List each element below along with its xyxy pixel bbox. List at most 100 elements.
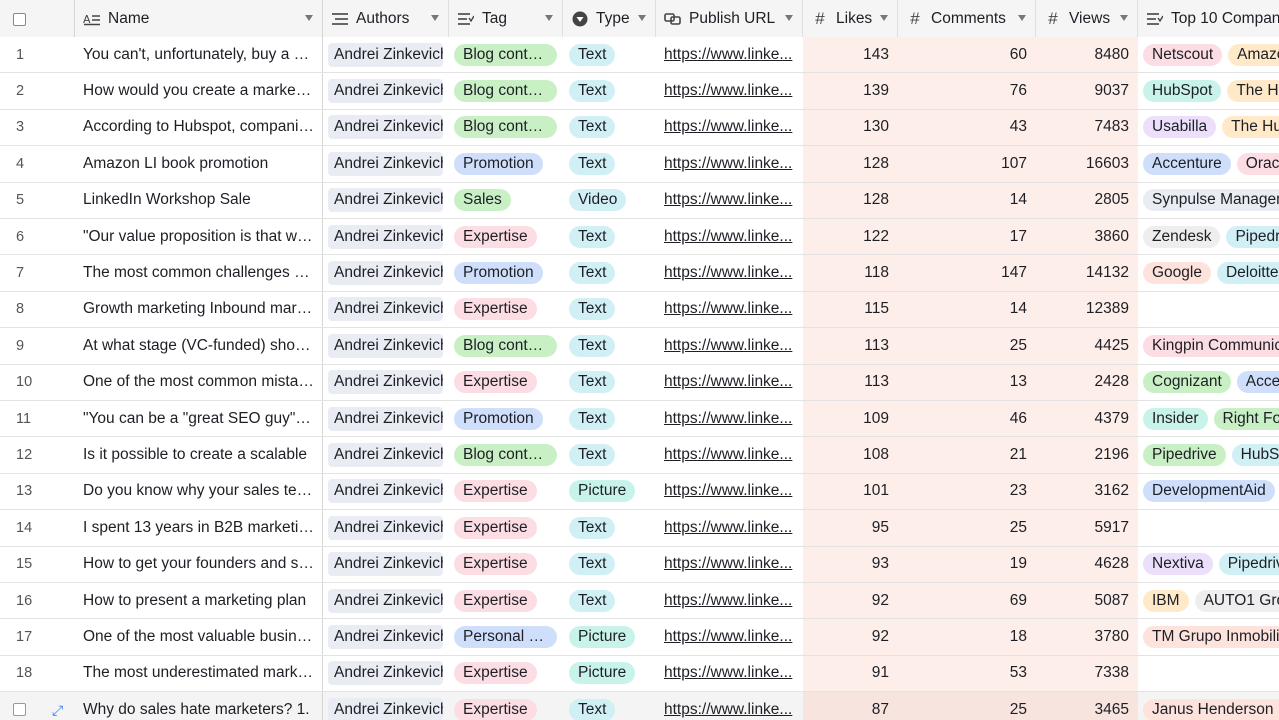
table-row[interactable]: 18 The most underestimated marketing Andre… bbox=[0, 655, 1279, 693]
top-companies-cell[interactable]: TM Grupo Inmobiliario bbox=[1138, 619, 1279, 654]
top-companies-cell[interactable]: CognizantAccenture bbox=[1138, 365, 1279, 400]
type-cell[interactable]: Text bbox=[563, 73, 656, 108]
tag-cell[interactable]: Promotion bbox=[449, 255, 563, 290]
top-companies-cell[interactable] bbox=[1138, 656, 1279, 691]
top-companies-cell[interactable]: IBMAUTO1 Group bbox=[1138, 583, 1279, 618]
table-row[interactable]: 13 Do you know why your sales team Andrei … bbox=[0, 473, 1279, 511]
authors-cell[interactable]: Andrei Zinkevich bbox=[323, 110, 449, 145]
publish-url-link[interactable]: https://www.linke... bbox=[664, 592, 794, 610]
authors-cell[interactable]: Andrei Zinkevich bbox=[323, 474, 449, 509]
url-cell[interactable]: https://www.linke... bbox=[656, 692, 803, 720]
url-cell[interactable]: https://www.linke... bbox=[656, 474, 803, 509]
likes-cell[interactable]: 143 bbox=[803, 37, 898, 73]
likes-cell[interactable]: 91 bbox=[803, 655, 898, 692]
comments-cell[interactable]: 107 bbox=[898, 146, 1036, 182]
likes-cell[interactable]: 95 bbox=[803, 510, 898, 546]
views-cell[interactable]: 4379 bbox=[1036, 401, 1138, 437]
comments-cell[interactable]: 21 bbox=[898, 437, 1036, 473]
type-cell[interactable]: Text bbox=[563, 328, 656, 363]
top-companies-cell[interactable] bbox=[1138, 292, 1279, 327]
publish-url-link[interactable]: https://www.linke... bbox=[664, 191, 794, 209]
publish-url-link[interactable]: https://www.linke... bbox=[664, 446, 794, 464]
table-row[interactable]: 16 How to present a marketing plan Andrei … bbox=[0, 583, 1279, 620]
table-row[interactable]: 6 "Our value proposition is that we help A… bbox=[0, 219, 1279, 256]
tag-cell[interactable]: Expertise bbox=[449, 692, 563, 720]
tag-cell[interactable]: Personal s... bbox=[449, 619, 563, 654]
column-header-likes[interactable]: # Likes bbox=[803, 0, 898, 38]
likes-cell[interactable]: 118 bbox=[803, 255, 898, 291]
type-cell[interactable]: Text bbox=[563, 292, 656, 327]
name-cell[interactable]: The most common challenges B2B bbox=[75, 255, 323, 291]
url-cell[interactable]: https://www.linke... bbox=[656, 401, 803, 436]
table-row[interactable]: 11 "You can be a "great SEO guy" but Andre… bbox=[0, 401, 1279, 438]
type-cell[interactable]: Text bbox=[563, 583, 656, 618]
type-cell[interactable]: Text bbox=[563, 510, 656, 545]
likes-cell[interactable]: 92 bbox=[803, 619, 898, 655]
table-row[interactable]: 12 Is it possible to create a scalable And… bbox=[0, 437, 1279, 474]
row-number-cell[interactable]: ⤢ bbox=[0, 692, 75, 720]
type-cell[interactable]: Text bbox=[563, 110, 656, 145]
url-cell[interactable]: https://www.linke... bbox=[656, 510, 803, 545]
table-row[interactable]: 2 How would you create a marketing strate… bbox=[0, 73, 1279, 110]
likes-cell[interactable]: 87 bbox=[803, 692, 898, 720]
publish-url-link[interactable]: https://www.linke... bbox=[664, 373, 794, 391]
authors-cell[interactable]: Andrei Zinkevich bbox=[323, 547, 449, 582]
views-cell[interactable]: 7483 bbox=[1036, 109, 1138, 146]
name-cell[interactable]: How would you create a marketing strateg… bbox=[75, 73, 323, 109]
comments-cell[interactable]: 69 bbox=[898, 583, 1036, 619]
publish-url-link[interactable]: https://www.linke... bbox=[664, 46, 794, 64]
views-cell[interactable]: 3860 bbox=[1036, 219, 1138, 255]
likes-cell[interactable]: 130 bbox=[803, 109, 898, 146]
top-companies-cell[interactable]: ZendeskPipedrive bbox=[1138, 219, 1279, 254]
column-header-type[interactable]: Type bbox=[563, 0, 656, 38]
tag-cell[interactable]: Blog conte... bbox=[449, 110, 563, 145]
authors-cell[interactable]: Andrei Zinkevich bbox=[323, 255, 449, 290]
type-cell[interactable]: Text bbox=[563, 437, 656, 472]
type-cell[interactable]: Text bbox=[563, 547, 656, 582]
top-companies-cell[interactable] bbox=[1138, 510, 1279, 545]
likes-cell[interactable]: 128 bbox=[803, 182, 898, 218]
type-cell[interactable]: Text bbox=[563, 146, 656, 181]
name-cell[interactable]: At what stage (VC-funded) should you bbox=[75, 328, 323, 364]
views-cell[interactable]: 9037 bbox=[1036, 73, 1138, 109]
publish-url-link[interactable]: https://www.linke... bbox=[664, 155, 794, 173]
publish-url-link[interactable]: https://www.linke... bbox=[664, 701, 794, 719]
comments-cell[interactable]: 147 bbox=[898, 255, 1036, 291]
authors-cell[interactable]: Andrei Zinkevich bbox=[323, 619, 449, 654]
tag-cell[interactable]: Sales bbox=[449, 183, 563, 218]
table-row[interactable]: 7 The most common challenges B2B Andrei Zi… bbox=[0, 255, 1279, 292]
type-cell[interactable]: Text bbox=[563, 692, 656, 720]
name-cell[interactable]: LinkedIn Workshop Sale bbox=[75, 182, 323, 218]
authors-cell[interactable]: Andrei Zinkevich bbox=[323, 583, 449, 618]
tag-cell[interactable]: Expertise bbox=[449, 547, 563, 582]
likes-cell[interactable]: 113 bbox=[803, 364, 898, 400]
type-cell[interactable]: Picture bbox=[563, 474, 656, 509]
table-row[interactable]: 14 I spent 13 years in B2B marketing Andre… bbox=[0, 510, 1279, 547]
tag-cell[interactable]: Expertise bbox=[449, 474, 563, 509]
authors-cell[interactable]: Andrei Zinkevich bbox=[323, 37, 449, 72]
name-cell[interactable]: Do you know why your sales team bbox=[75, 473, 323, 510]
likes-cell[interactable]: 115 bbox=[803, 291, 898, 328]
chevron-down-icon[interactable] bbox=[785, 15, 793, 21]
table-row[interactable]: 3 According to Hubspot, companies that bl… bbox=[0, 109, 1279, 147]
authors-cell[interactable]: Andrei Zinkevich bbox=[323, 437, 449, 472]
comments-cell[interactable]: 18 bbox=[898, 619, 1036, 655]
column-header-tag[interactable]: Tag bbox=[449, 0, 563, 38]
publish-url-link[interactable]: https://www.linke... bbox=[664, 264, 794, 282]
authors-cell[interactable]: Andrei Zinkevich bbox=[323, 656, 449, 691]
comments-cell[interactable]: 14 bbox=[898, 182, 1036, 218]
url-cell[interactable]: https://www.linke... bbox=[656, 73, 803, 108]
tag-cell[interactable]: Blog conte... bbox=[449, 37, 563, 72]
views-cell[interactable]: 14132 bbox=[1036, 255, 1138, 291]
chevron-down-icon[interactable] bbox=[880, 15, 888, 21]
top-companies-cell[interactable]: Janus Henderson Investors bbox=[1138, 692, 1279, 720]
tag-cell[interactable]: Expertise bbox=[449, 365, 563, 400]
type-cell[interactable]: Picture bbox=[563, 656, 656, 691]
comments-cell[interactable]: 53 bbox=[898, 655, 1036, 692]
url-cell[interactable]: https://www.linke... bbox=[656, 619, 803, 654]
views-cell[interactable]: 8480 bbox=[1036, 37, 1138, 73]
type-cell[interactable]: Text bbox=[563, 37, 656, 72]
url-cell[interactable]: https://www.linke... bbox=[656, 328, 803, 363]
publish-url-link[interactable]: https://www.linke... bbox=[664, 300, 794, 318]
top-companies-cell[interactable]: Google Deloitte bbox=[1138, 255, 1279, 290]
